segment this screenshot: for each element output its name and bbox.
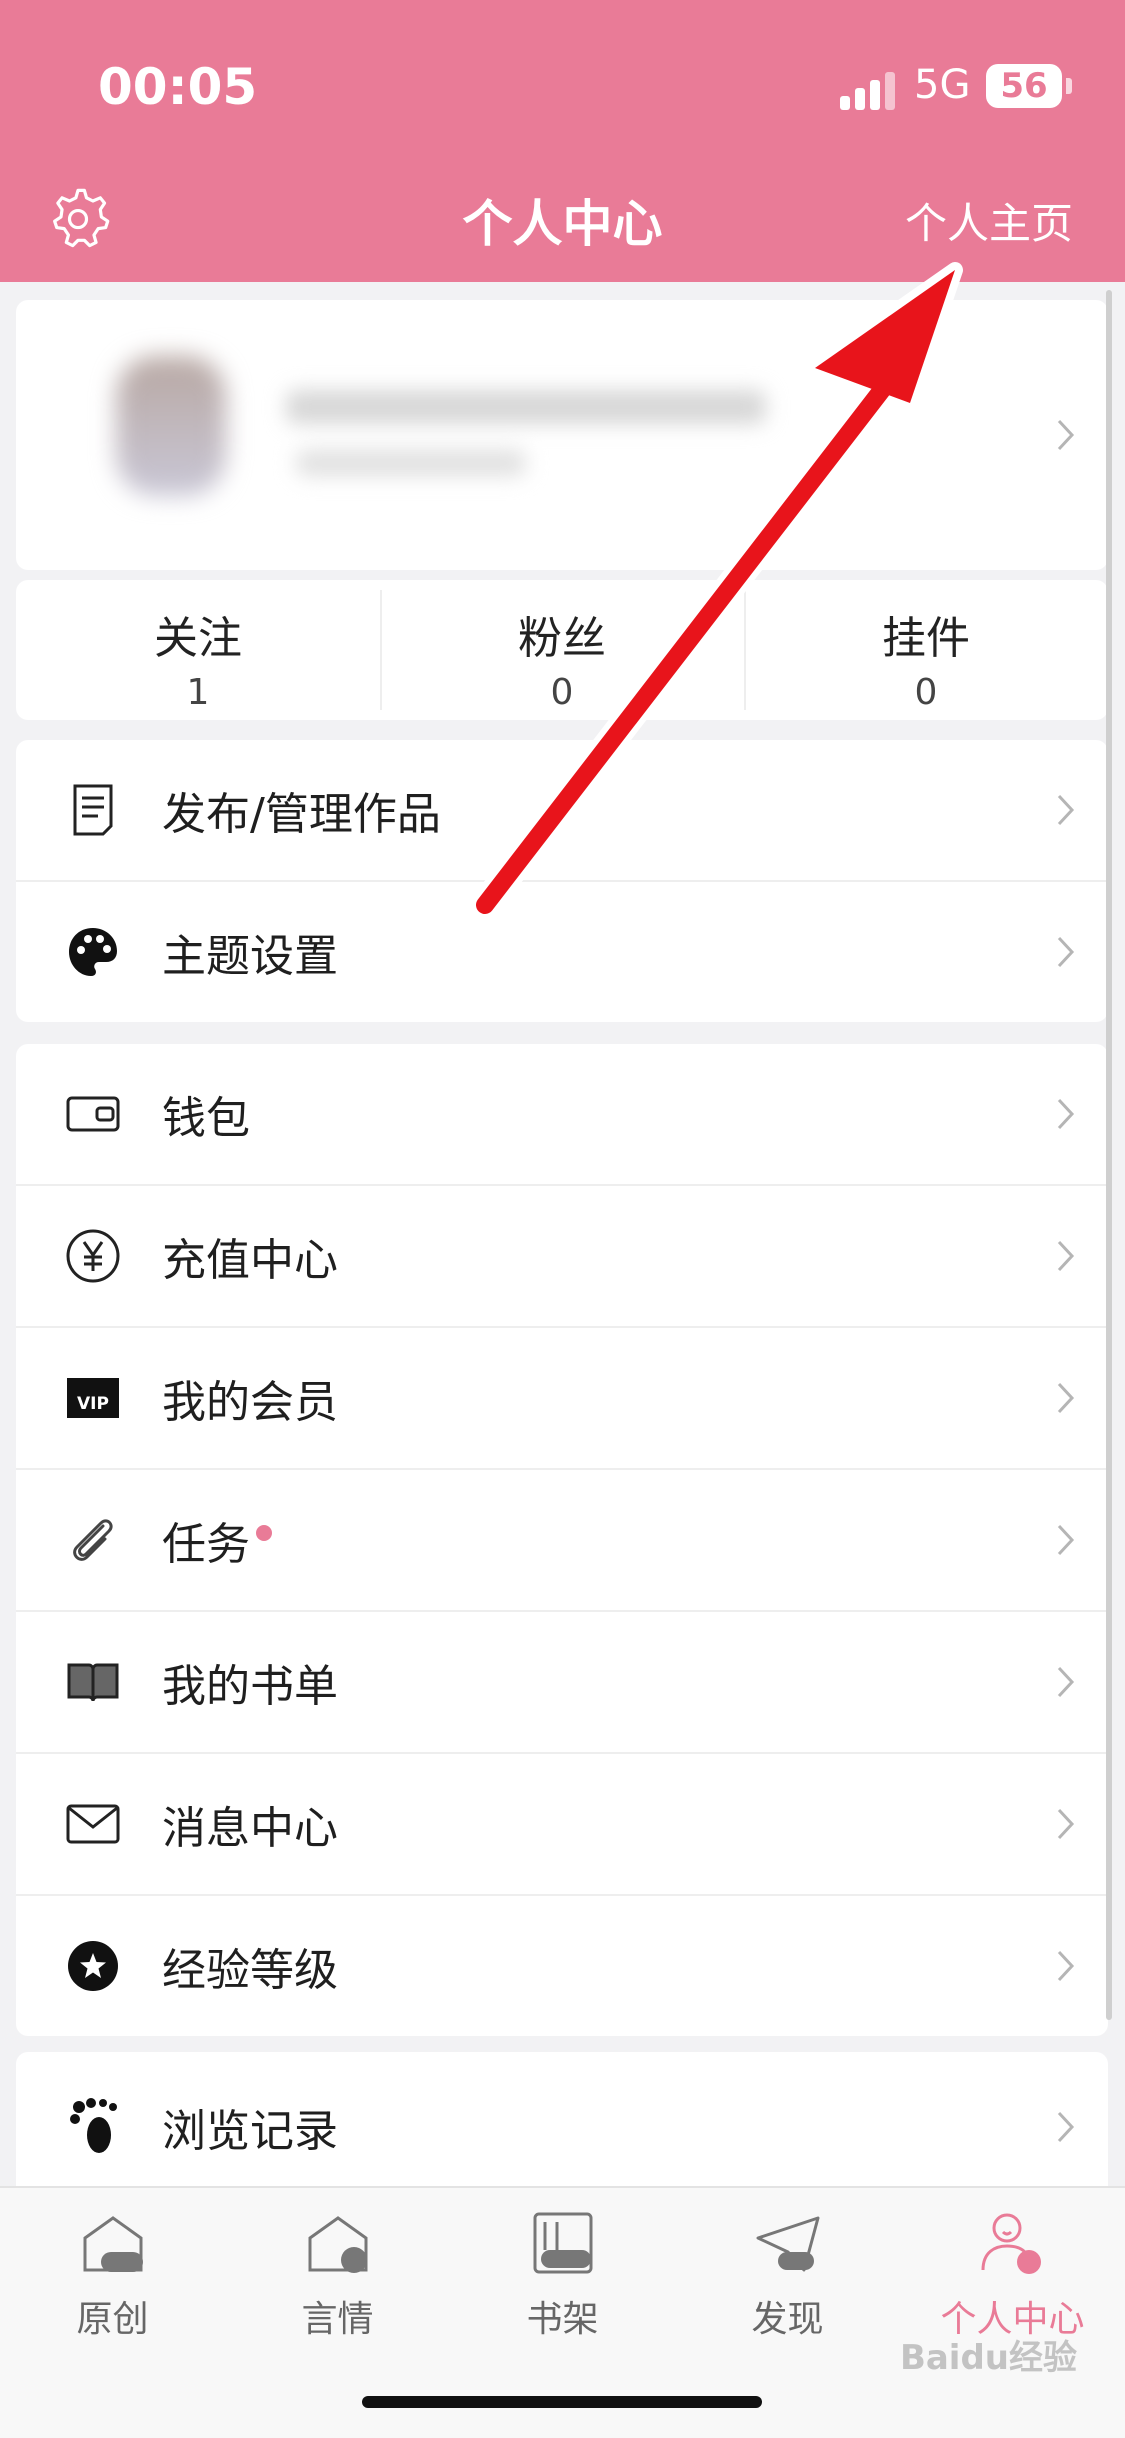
menu-label: 钱包 [162, 1093, 250, 1144]
profile-icon [981, 2213, 1041, 2274]
chevron-right-icon [1057, 2111, 1075, 2143]
chevron-right-icon [1057, 794, 1075, 826]
tab-discover[interactable]: 发现 [675, 2208, 900, 2342]
tab-label: 发现 [751, 2299, 824, 2340]
tab-label: 书架 [526, 2299, 599, 2340]
stat-label: 关注 [154, 613, 242, 664]
stat-following[interactable]: 关注 1 [16, 580, 380, 720]
menu-label: 我的书单 [162, 1661, 338, 1712]
home-indicator [362, 2396, 762, 2408]
stat-fans[interactable]: 粉丝 0 [380, 580, 744, 720]
palette-icon [62, 921, 124, 983]
menu-item-booklist[interactable]: 我的书单 [16, 1612, 1108, 1754]
notification-dot [256, 1525, 272, 1541]
username-blurred [286, 390, 766, 424]
tab-label: 原创 [76, 2299, 149, 2340]
network-type: 5G [914, 62, 971, 108]
stats-bar: 关注 1 粉丝 0 挂件 0 [16, 580, 1108, 720]
watermark: Baidu经验 [899, 2338, 1077, 2378]
chevron-right-icon [1057, 1808, 1075, 1840]
menu-label: 浏览记录 [162, 2106, 338, 2157]
menu-label: 消息中心 [162, 1803, 338, 1854]
bookshelf-icon [533, 2212, 592, 2274]
stat-label: 粉丝 [518, 613, 606, 664]
mail-icon [62, 1793, 124, 1855]
menu-group-works: 发布/管理作品 主题设置 [16, 740, 1108, 1022]
battery-icon: 56 [986, 64, 1062, 108]
avatar[interactable] [116, 356, 226, 496]
romance-icon [308, 2216, 367, 2273]
menu-label: 我的会员 [162, 1377, 338, 1428]
stat-pendants[interactable]: 挂件 0 [744, 580, 1108, 720]
personal-homepage-link[interactable]: 个人主页 [905, 190, 1073, 251]
discover-icon [756, 2216, 819, 2272]
menu-item-membership[interactable]: VIP 我的会员 [16, 1328, 1108, 1470]
chevron-right-icon [1057, 1382, 1075, 1414]
battery-level: 56 [1000, 66, 1048, 106]
menu-group-account: 钱包 充值中心 VIP 我的会员 任务 我的书单 消息中心 经验等级 [16, 1044, 1108, 2036]
footprint-icon [62, 2096, 124, 2158]
paperclip-icon [62, 1509, 124, 1571]
tab-bookshelf[interactable]: 书架 [450, 2208, 675, 2342]
tab-profile[interactable]: 个人中心 [900, 2208, 1125, 2342]
menu-label-text: 任务 [162, 1519, 250, 1570]
menu-item-publish[interactable]: 发布/管理作品 [16, 740, 1108, 882]
user-info-blurred [296, 450, 526, 476]
chevron-right-icon [1057, 936, 1075, 968]
menu-item-theme[interactable]: 主题设置 [16, 882, 1108, 1022]
menu-item-recharge[interactable]: 充值中心 [16, 1186, 1108, 1328]
chevron-right-icon [1057, 419, 1075, 451]
vip-icon: VIP [62, 1367, 124, 1429]
stat-label: 挂件 [882, 613, 970, 664]
menu-item-history[interactable]: 浏览记录 [16, 2052, 1108, 2202]
profile-card[interactable] [16, 300, 1108, 570]
yuan-icon [62, 1225, 124, 1287]
menu-label: 任务 [162, 1508, 272, 1572]
stat-value: 1 [186, 672, 210, 713]
menu-item-messages[interactable]: 消息中心 [16, 1754, 1108, 1896]
vip-icon-text: VIP [67, 1378, 119, 1418]
menu-label: 经验等级 [162, 1945, 338, 1996]
menu-item-level[interactable]: 经验等级 [16, 1896, 1108, 2036]
stat-value: 0 [914, 672, 938, 713]
wallet-icon [62, 1083, 124, 1145]
signal-icon [840, 70, 900, 110]
scrollbar[interactable] [1106, 290, 1112, 2020]
document-icon [62, 779, 124, 841]
chevron-right-icon [1057, 1950, 1075, 1982]
original-icon [83, 2216, 143, 2272]
battery-cap [1066, 78, 1072, 94]
chevron-right-icon [1057, 1524, 1075, 1556]
star-badge-icon [62, 1935, 124, 1997]
stat-value: 0 [550, 672, 574, 713]
chevron-right-icon [1057, 1666, 1075, 1698]
tab-original[interactable]: 原创 [0, 2208, 225, 2342]
menu-label: 充值中心 [162, 1235, 338, 1286]
tab-label: 言情 [301, 2299, 374, 2340]
menu-item-wallet[interactable]: 钱包 [16, 1044, 1108, 1186]
menu-label: 发布/管理作品 [162, 789, 441, 840]
tab-romance[interactable]: 言情 [225, 2208, 450, 2342]
menu-group-history: 浏览记录 [16, 2052, 1108, 2186]
menu-label: 主题设置 [162, 931, 338, 982]
chevron-right-icon [1057, 1240, 1075, 1272]
chevron-right-icon [1057, 1098, 1075, 1130]
top-header: 00:05 5G 56 个人中心 个人主页 [0, 0, 1125, 282]
status-time: 00:05 [98, 58, 258, 116]
menu-item-tasks[interactable]: 任务 [16, 1470, 1108, 1612]
book-icon [62, 1651, 124, 1713]
